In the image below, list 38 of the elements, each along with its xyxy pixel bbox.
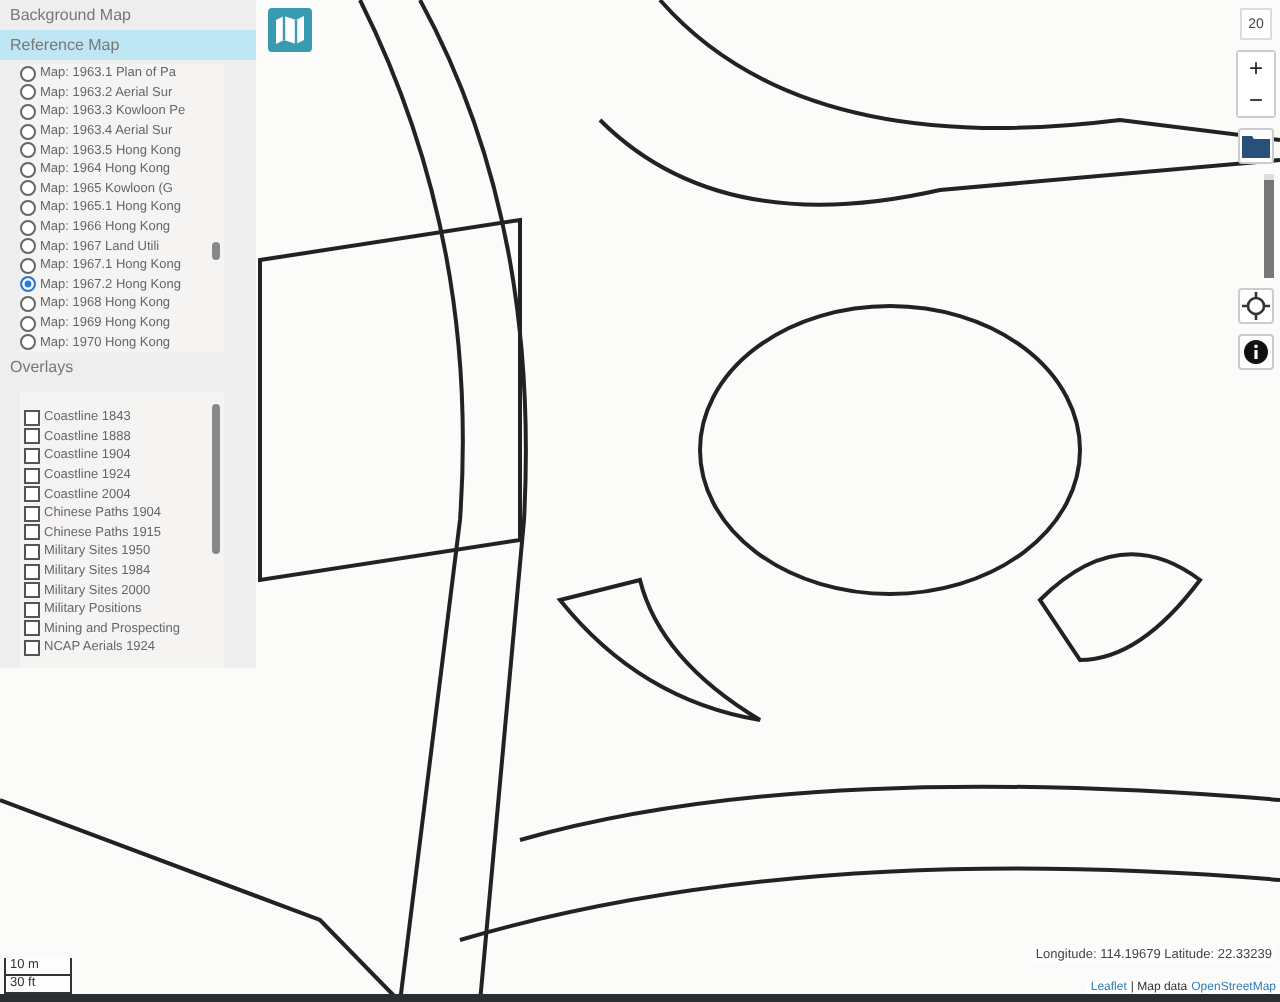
checkbox[interactable] [24, 428, 40, 445]
checkbox[interactable] [24, 601, 40, 618]
folded-map-icon [274, 14, 306, 46]
checkbox[interactable] [24, 409, 40, 426]
locate-button[interactable] [1238, 288, 1274, 324]
checkbox[interactable] [24, 505, 40, 522]
checkbox[interactable] [24, 620, 40, 637]
radio-button[interactable] [20, 84, 36, 101]
checkbox[interactable] [24, 639, 40, 656]
radio-button[interactable] [20, 295, 36, 312]
radio-button[interactable] [20, 257, 36, 274]
radio-button[interactable] [20, 238, 36, 255]
checkbox[interactable] [24, 486, 40, 503]
radio-button[interactable] [20, 161, 36, 178]
map-layers-button[interactable] [268, 8, 312, 52]
radio-button[interactable] [20, 123, 36, 140]
folder-icon [1242, 134, 1270, 158]
info-button[interactable] [1238, 334, 1274, 370]
radio-button[interactable] [20, 219, 36, 236]
radio-button[interactable] [20, 199, 36, 216]
radio-button[interactable] [20, 103, 36, 120]
radio-button[interactable] [20, 334, 36, 351]
checkbox[interactable] [24, 524, 40, 541]
checkbox[interactable] [24, 447, 40, 464]
radio-button[interactable] [20, 276, 36, 293]
layer-section-tab[interactable]: Reference Map [0, 30, 256, 60]
radio-button[interactable] [20, 315, 36, 332]
opacity-slider[interactable] [1263, 174, 1273, 278]
checkbox[interactable] [24, 563, 40, 580]
radio-button[interactable] [20, 142, 36, 159]
info-icon [1244, 340, 1268, 364]
checkbox[interactable] [24, 543, 40, 560]
checkbox[interactable] [24, 582, 40, 599]
crosshair-icon [1242, 292, 1270, 320]
radio-button[interactable] [20, 65, 36, 82]
checkbox[interactable] [24, 467, 40, 484]
radio-button[interactable] [20, 180, 36, 197]
folder-button[interactable] [1238, 128, 1274, 164]
